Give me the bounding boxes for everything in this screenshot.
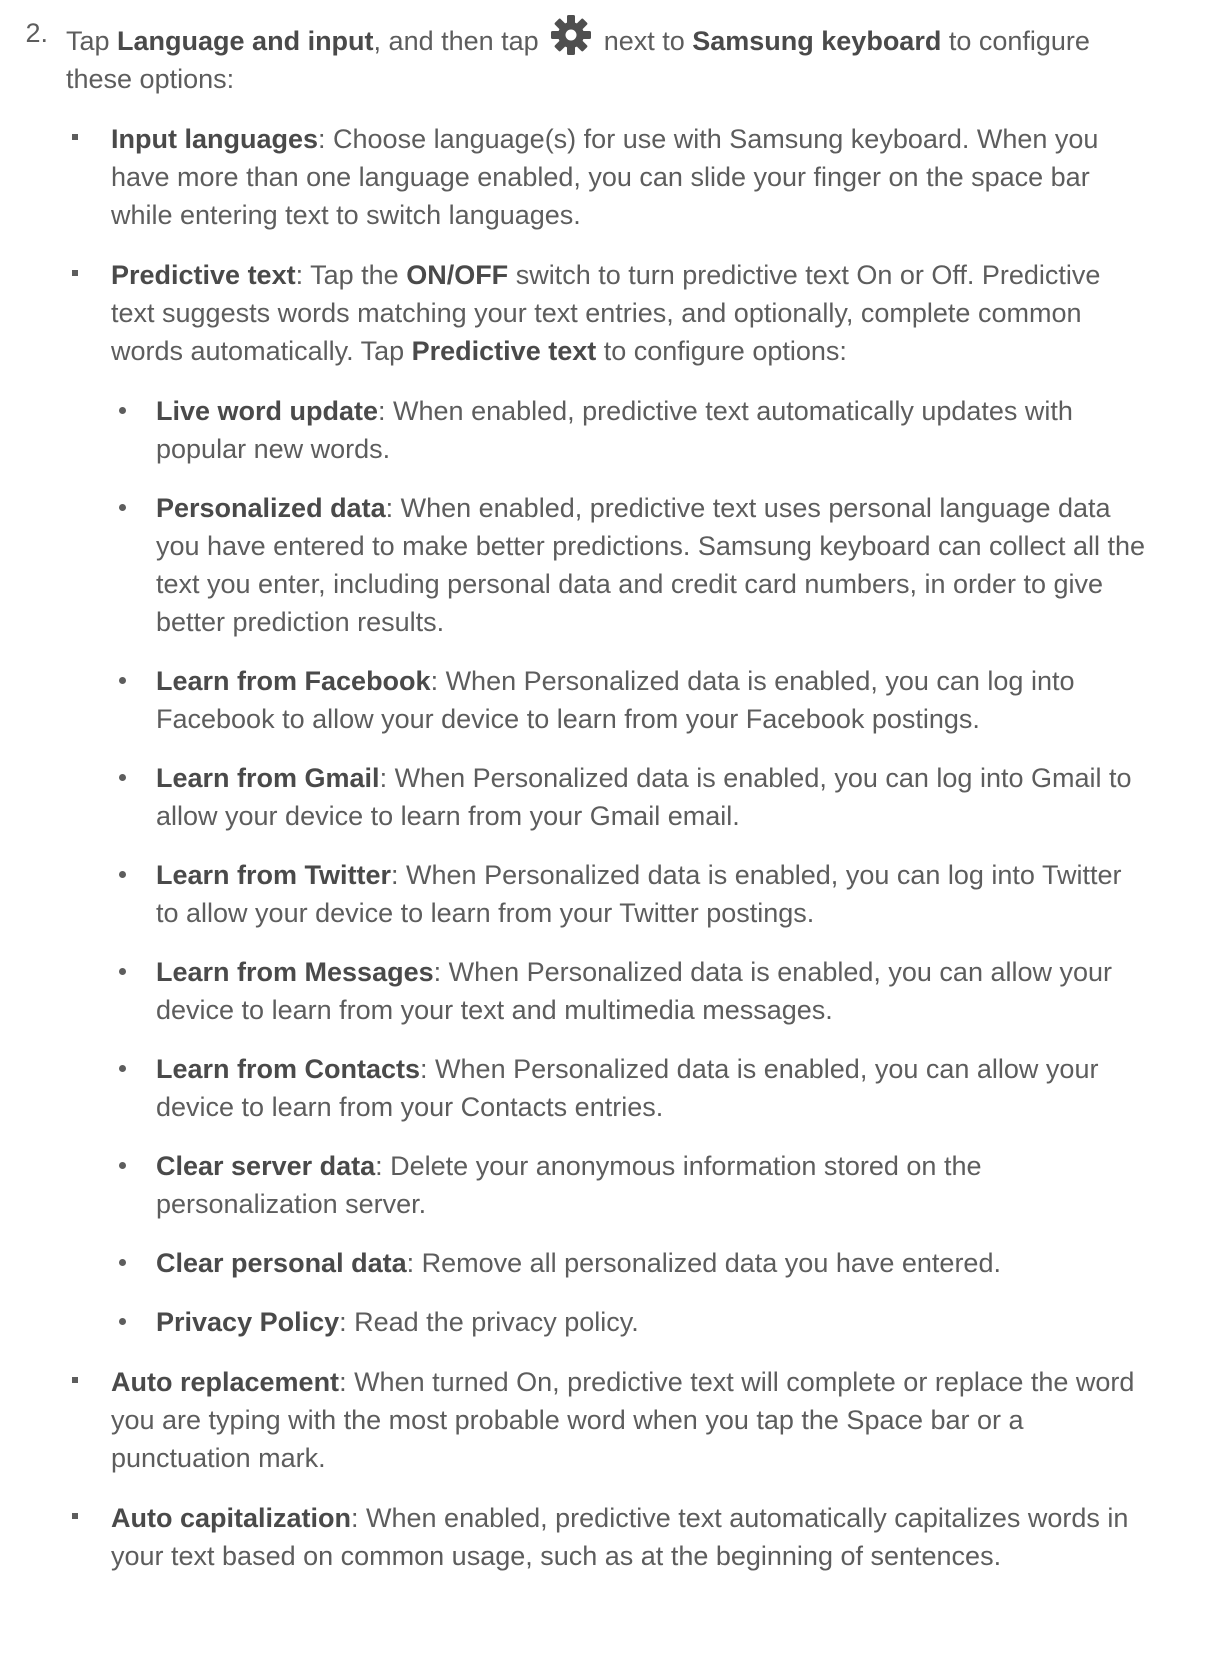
- dot-bullet-icon: [119, 407, 126, 414]
- intro-text: Tap: [66, 26, 118, 56]
- list-item-learn-from-gmail: Learn from Gmail: When Personalized data…: [111, 759, 1146, 835]
- option-title: Predictive text: [111, 260, 296, 290]
- option-title: Auto capitalization: [111, 1503, 352, 1533]
- list-item-personalized-data: Personalized data: When enabled, predict…: [111, 489, 1146, 641]
- sub-option-title: Personalized data: [156, 493, 386, 523]
- sub-option-title: Clear personal data: [156, 1248, 407, 1278]
- dot-bullet-icon: [119, 1065, 126, 1072]
- dot-bullet-icon: [119, 1318, 126, 1325]
- list-item-learn-from-facebook: Learn from Facebook: When Personalized d…: [111, 662, 1146, 738]
- list-item-live-word-update: Live word update: When enabled, predicti…: [111, 392, 1146, 468]
- dot-bullet-icon: [119, 774, 126, 781]
- list-item-auto-replacement: Auto replacement: When turned On, predic…: [66, 1363, 1146, 1477]
- dot-bullet-icon: [119, 871, 126, 878]
- sub-option-title: Learn from Contacts: [156, 1054, 421, 1084]
- square-bullet-icon: [72, 270, 78, 276]
- sub-option-title: Learn from Facebook: [156, 666, 431, 696]
- step-intro: Tap Language and input, and then tap nex…: [66, 14, 1146, 98]
- list-item-privacy-policy: Privacy Policy: Read the privacy policy.: [111, 1303, 1146, 1341]
- option-text: to configure options:: [596, 336, 847, 366]
- sub-option-text: : Read the privacy policy.: [339, 1307, 639, 1337]
- sub-option-title: Live word update: [156, 396, 379, 426]
- dot-bullet-icon: [119, 504, 126, 511]
- list-item-input-languages: Input languages: Choose language(s) for …: [66, 120, 1146, 234]
- option-title: Input languages: [111, 124, 319, 154]
- sub-option-title: Learn from Twitter: [156, 860, 392, 890]
- list-item-learn-from-messages: Learn from Messages: When Personalized d…: [111, 953, 1146, 1029]
- square-bullet-icon: [72, 1377, 78, 1383]
- option-title: Auto replacement: [111, 1367, 340, 1397]
- predictive-text-sublist: Live word update: When enabled, predicti…: [111, 392, 1146, 1341]
- list-item-auto-capitalization: Auto capitalization: When enabled, predi…: [66, 1499, 1146, 1575]
- sub-option-title: Privacy Policy: [156, 1307, 340, 1337]
- on-off-label: ON/OFF: [406, 260, 509, 290]
- keyboard-options-list: Input languages: Choose language(s) for …: [66, 120, 1146, 1575]
- gear-icon: [551, 15, 592, 55]
- sub-option-title: Learn from Messages: [156, 957, 434, 987]
- step-body: Tap Language and input, and then tap nex…: [66, 14, 1146, 1597]
- list-item-clear-server-data: Clear server data: Delete your anonymous…: [111, 1147, 1146, 1223]
- dot-bullet-icon: [119, 1259, 126, 1266]
- step-number: 2.: [25, 18, 48, 48]
- sub-option-title: Learn from Gmail: [156, 763, 380, 793]
- list-item-predictive-text: Predictive text: Tap the ON/OFF switch t…: [66, 256, 1146, 1341]
- list-item-clear-personal-data: Clear personal data: Remove all personal…: [111, 1244, 1146, 1282]
- sub-option-text: : Remove all personalized data you have …: [406, 1248, 1001, 1278]
- intro-text: next to: [596, 26, 693, 56]
- predictive-text-label: Predictive text: [411, 336, 597, 366]
- dot-bullet-icon: [119, 968, 126, 975]
- sub-option-title: Clear server data: [156, 1151, 376, 1181]
- dot-bullet-icon: [119, 1162, 126, 1169]
- dot-bullet-icon: [119, 677, 126, 684]
- list-item-learn-from-twitter: Learn from Twitter: When Personalized da…: [111, 856, 1146, 932]
- list-item-learn-from-contacts: Learn from Contacts: When Personalized d…: [111, 1050, 1146, 1126]
- language-and-input-label: Language and input: [117, 26, 374, 56]
- option-text: : Tap the: [295, 260, 407, 290]
- square-bullet-icon: [72, 1513, 78, 1519]
- square-bullet-icon: [72, 134, 78, 140]
- samsung-keyboard-label: Samsung keyboard: [692, 26, 942, 56]
- intro-text: , and then tap: [373, 26, 547, 56]
